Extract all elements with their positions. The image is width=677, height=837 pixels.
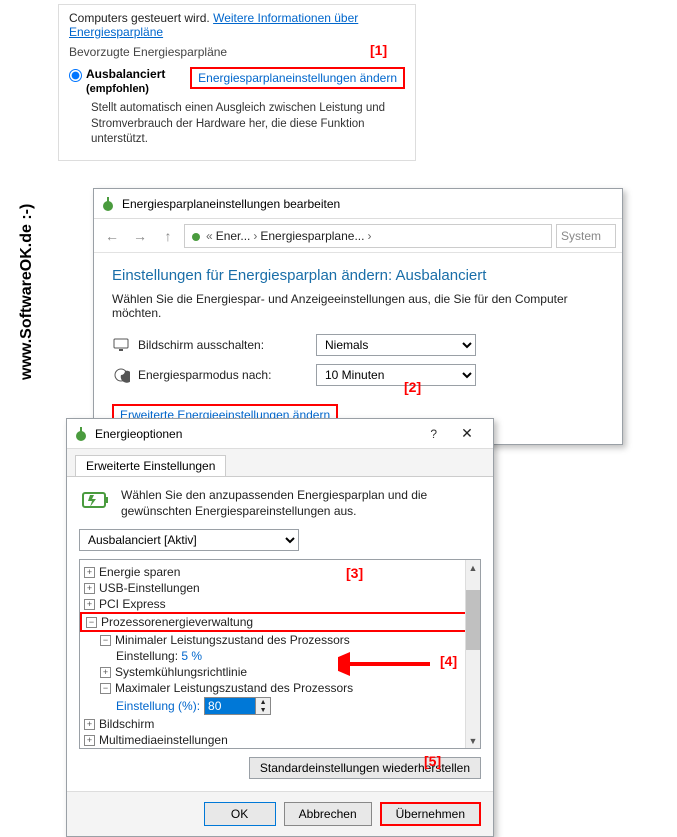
- annotation-2: [2]: [404, 379, 421, 395]
- forward-button[interactable]: →: [128, 224, 152, 248]
- display-off-select[interactable]: Niemals: [316, 334, 476, 356]
- watermark-text: www.SoftwareOK.de :-): [18, 204, 36, 380]
- window-title: Energiesparplaneinstellungen bearbeiten: [122, 197, 616, 211]
- page-instruction: Wählen Sie die Energiespar- und Anzeigee…: [112, 292, 604, 320]
- close-button[interactable]: ✕: [447, 421, 487, 447]
- sleep-after-label: Energiesparmodus nach:: [138, 368, 308, 382]
- display-off-label: Bildschirm ausschalten:: [138, 338, 308, 352]
- edit-plan-settings-window: Energiesparplaneinstellungen bearbeiten …: [93, 188, 623, 445]
- dialog-instruction: Wählen Sie den anzupassenden Energiespar…: [121, 487, 481, 519]
- tree-item[interactable]: Energie sparen: [99, 565, 180, 579]
- power-icon: [73, 426, 89, 442]
- collapse-icon[interactable]: −: [100, 683, 111, 694]
- collapse-icon[interactable]: −: [86, 617, 97, 628]
- scroll-thumb[interactable]: [466, 590, 480, 650]
- help-text: Computers gesteuert wird. Weitere Inform…: [69, 11, 405, 39]
- annotation-3: [3]: [346, 565, 363, 581]
- expand-icon[interactable]: +: [100, 667, 111, 678]
- titlebar: Energieoptionen ? ✕: [67, 419, 493, 449]
- setting-pct-label[interactable]: Einstellung (%):: [116, 699, 200, 713]
- collapse-icon[interactable]: −: [100, 635, 111, 646]
- plan-recommended: (empfohlen): [86, 83, 149, 95]
- tree-item[interactable]: USB-Einstellungen: [99, 581, 200, 595]
- power-options-dialog: Energieoptionen ? ✕ Erweiterte Einstellu…: [66, 418, 494, 837]
- breadcrumb-segment[interactable]: Energiesparplane...: [260, 229, 364, 243]
- breadcrumb[interactable]: « Ener... › Energiesparplane... ›: [184, 224, 552, 248]
- tree-item[interactable]: PCI Express: [99, 597, 166, 611]
- titlebar: Energiesparplaneinstellungen bearbeiten: [94, 189, 622, 219]
- annotation-5: [5]: [424, 753, 441, 769]
- tab-advanced-settings[interactable]: Erweiterte Einstellungen: [75, 455, 226, 476]
- cancel-button[interactable]: Abbrechen: [284, 802, 372, 826]
- window-title: Energieoptionen: [95, 427, 430, 441]
- tree-item[interactable]: Multimediaeinstellungen: [99, 733, 228, 747]
- expand-icon[interactable]: +: [84, 719, 95, 730]
- battery-icon: [79, 487, 111, 513]
- apply-button[interactable]: Übernehmen: [380, 802, 481, 826]
- annotation-1: [1]: [370, 42, 387, 58]
- max-processor-spinner[interactable]: ▲▼: [204, 697, 271, 715]
- tree-item[interactable]: Systemkühlungsrichtlinie: [115, 665, 247, 679]
- active-plan-select[interactable]: Ausbalanciert [Aktiv]: [79, 529, 299, 551]
- ok-button[interactable]: OK: [204, 802, 276, 826]
- spin-down[interactable]: ▼: [256, 706, 270, 714]
- expand-icon[interactable]: +: [84, 599, 95, 610]
- tree-scrollbar[interactable]: ▲ ▼: [465, 560, 480, 748]
- sleep-after-select[interactable]: 10 Minuten: [316, 364, 476, 386]
- annotation-4: [4]: [440, 653, 457, 669]
- scroll-up[interactable]: ▲: [466, 560, 480, 575]
- tab-header: Erweiterte Einstellungen: [67, 449, 493, 477]
- expand-icon[interactable]: +: [84, 583, 95, 594]
- dialog-buttons: OK Abbrechen Übernehmen: [67, 791, 493, 836]
- tree-item-processor[interactable]: Prozessorenergieverwaltung: [101, 615, 253, 629]
- plan-name: Ausbalanciert: [86, 67, 165, 81]
- expand-icon[interactable]: +: [84, 567, 95, 578]
- search-input[interactable]: System: [556, 224, 616, 248]
- scroll-down[interactable]: ▼: [466, 733, 480, 748]
- tree-item[interactable]: Minimaler Leistungszustand des Prozessor…: [115, 633, 350, 647]
- max-processor-input[interactable]: [205, 698, 255, 714]
- power-icon: [100, 196, 116, 212]
- tree-item[interactable]: Bildschirm: [99, 717, 154, 731]
- help-button[interactable]: ?: [430, 427, 437, 441]
- setting-label: Einstellung:: [116, 649, 178, 663]
- expand-icon[interactable]: +: [84, 735, 95, 746]
- plan-radio-input[interactable]: [69, 69, 82, 82]
- sleep-icon: [112, 366, 130, 384]
- navigation-bar: ← → ↑ « Ener... › Energiesparplane... › …: [94, 219, 622, 253]
- back-button[interactable]: ←: [100, 224, 124, 248]
- spin-up[interactable]: ▲: [256, 698, 270, 706]
- breadcrumb-segment[interactable]: Ener...: [216, 229, 251, 243]
- up-button[interactable]: ↑: [156, 224, 180, 248]
- setting-value-link[interactable]: 5 %: [181, 649, 202, 663]
- power-icon: [189, 229, 203, 243]
- preferred-plans-label: Bevorzugte Energiesparpläne: [69, 45, 405, 63]
- change-plan-settings-link[interactable]: Energiesparplaneinstellungen ändern: [190, 67, 405, 89]
- restore-defaults-button[interactable]: Standardeinstellungen wiederherstellen: [249, 757, 481, 779]
- plan-balanced-radio[interactable]: Ausbalanciert (empfohlen): [69, 67, 165, 95]
- plan-description: Stellt automatisch einen Ausgleich zwisc…: [91, 101, 405, 148]
- power-plans-panel: Computers gesteuert wird. Weitere Inform…: [58, 4, 416, 161]
- monitor-icon: [112, 336, 130, 354]
- annotation-arrow: [338, 652, 434, 676]
- page-heading: Einstellungen für Energiesparplan ändern…: [112, 267, 604, 284]
- tree-item[interactable]: Maximaler Leistungszustand des Prozessor…: [115, 681, 353, 695]
